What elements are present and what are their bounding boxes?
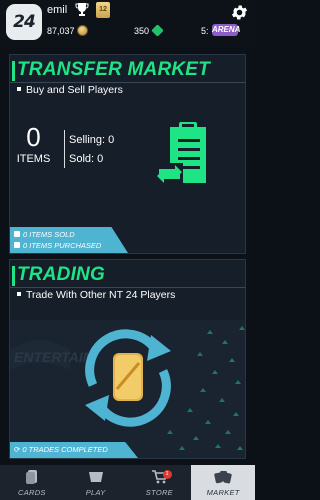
title-accent (12, 61, 15, 81)
arena-badge[interactable]: ARENA (212, 24, 240, 36)
coin-icon (77, 25, 88, 36)
app-logo: 24 (6, 4, 42, 40)
trades-completed-line: ⟳ 0 TRADES COMPLETED (14, 445, 108, 454)
trades-summary-strip: ⟳ 0 TRADES COMPLETED (10, 442, 138, 458)
nav-store[interactable]: 1 STORE (128, 465, 192, 500)
level-badge[interactable]: 12 (96, 2, 110, 18)
items-sold: 0 ITEMS SOLD (23, 230, 75, 239)
cards-icon (25, 470, 37, 484)
transfer-market-subtitle: Buy and Sell Players (17, 84, 123, 96)
title-accent (12, 266, 15, 286)
coin-balance: 87,037 (47, 26, 75, 36)
trades-completed: 0 TRADES COMPLETED (22, 445, 108, 454)
transfer-market-title: TRANSFER MARKET (17, 59, 210, 80)
trading-subtitle: Trade With Other NT 24 Players (17, 289, 175, 301)
logo-text: 24 (13, 12, 36, 32)
store-badge: 1 (162, 470, 172, 479)
username: emil (47, 4, 68, 16)
gem-balance: 350 (134, 26, 150, 36)
trophy-icon[interactable] (75, 2, 89, 18)
items-purchased: 0 ITEMS PURCHASED (23, 241, 102, 250)
title-underline (10, 82, 245, 83)
nav-cards[interactable]: CARDS (0, 465, 64, 500)
market-icon (214, 471, 232, 484)
transfer-market-card[interactable]: TRANSFER MARKET Buy and Sell Players 0 I… (9, 54, 246, 254)
sold-icon (14, 231, 20, 238)
sold-count: Sold: 0 (69, 153, 104, 165)
arena-tier: 5: (201, 26, 209, 36)
nav-play[interactable]: PLAY (64, 465, 128, 500)
trading-title: TRADING (17, 264, 105, 285)
items-label: ITEMS (16, 153, 51, 165)
stats-divider (64, 130, 65, 168)
nav-cards-label: CARDS (17, 488, 46, 497)
nav-market-label: MARKET (206, 488, 240, 497)
nav-store-label: STORE (145, 488, 173, 497)
top-bar: 24 emil 12 87,037 350 5: ARENA (0, 0, 255, 46)
items-count: 0 (26, 122, 41, 152)
gem-icon (151, 24, 164, 37)
bottom-nav: CARDS PLAY 1 STORE MARKET (0, 465, 255, 500)
clipboard-transfer-icon (157, 122, 206, 187)
transfer-summary-strip: 0 ITEMS SOLD 0 ITEMS PURCHASED (10, 227, 128, 253)
card-swap-icon (85, 329, 171, 427)
items-sold-line: 0 ITEMS SOLD (14, 230, 75, 239)
nav-market[interactable]: MARKET (191, 465, 255, 500)
title-underline (10, 287, 245, 288)
selling-count: Selling: 0 (69, 134, 115, 146)
items-purchased-line: 0 ITEMS PURCHASED (14, 241, 101, 250)
trading-card[interactable]: ENTERTAIN TRADING Trade With Other NT 24… (9, 259, 246, 459)
play-icon (88, 472, 103, 482)
nav-play-label: PLAY (85, 488, 106, 497)
purchased-icon (14, 242, 20, 249)
gear-icon[interactable] (230, 3, 249, 22)
